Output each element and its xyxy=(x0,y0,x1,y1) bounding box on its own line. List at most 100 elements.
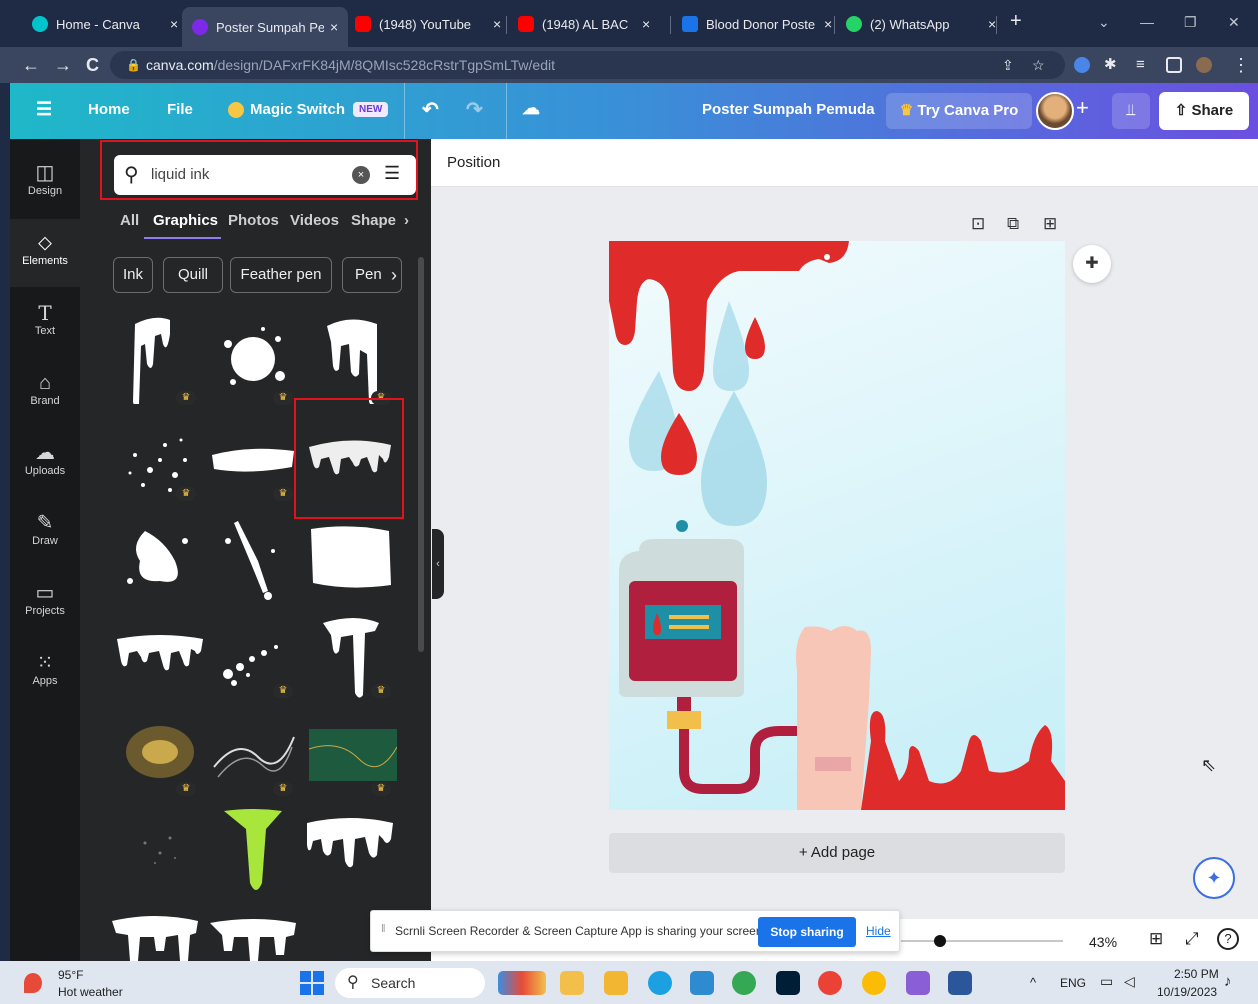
design-title[interactable]: Poster Sumpah Pemuda xyxy=(702,101,875,118)
redo-icon[interactable]: ↷ xyxy=(466,97,483,122)
photoshop-icon[interactable] xyxy=(776,971,800,995)
graphic-drip-bar[interactable] xyxy=(115,609,205,699)
word-icon[interactable] xyxy=(948,971,972,995)
tab-photos[interactable]: Photos xyxy=(228,212,279,229)
clock-time[interactable]: 2:50 PM xyxy=(1174,967,1219,981)
menu-dots-icon[interactable]: ⋮ xyxy=(1232,55,1250,75)
graphic-green-drip[interactable] xyxy=(208,803,298,893)
reload-icon[interactable]: C xyxy=(86,55,99,75)
position-button[interactable]: Position xyxy=(447,154,500,171)
file-explorer-icon[interactable] xyxy=(604,971,628,995)
rail-item-brand[interactable]: ⌂ Brand xyxy=(10,359,80,427)
weather-temp[interactable]: 95°F xyxy=(58,968,83,982)
chip-quill[interactable]: Quill xyxy=(163,257,223,293)
forward-icon[interactable]: → xyxy=(54,55,72,75)
cloud-saved-icon[interactable]: ☁ xyxy=(522,98,540,119)
rail-item-projects[interactable]: ▭ Projects xyxy=(10,569,80,637)
chevron-right-icon[interactable]: › xyxy=(404,212,409,229)
widgets-icon[interactable] xyxy=(498,971,546,995)
design-canvas[interactable] xyxy=(609,241,1065,810)
close-icon[interactable]: × xyxy=(493,16,501,32)
add-collaborator-button[interactable]: + xyxy=(1076,95,1089,121)
bookmark-star-icon[interactable]: ☆ xyxy=(1032,51,1045,79)
chip-pen[interactable]: Pen › xyxy=(342,257,402,293)
graphic-splash-1[interactable] xyxy=(115,511,205,601)
close-icon[interactable]: × xyxy=(642,16,650,32)
collapse-panel-handle[interactable]: ‹ xyxy=(432,529,444,599)
magic-switch-button[interactable]: Magic Switch NEW xyxy=(228,101,389,118)
tab-shapes[interactable]: Shape xyxy=(351,212,399,229)
back-icon[interactable]: ← xyxy=(22,55,40,75)
rail-item-draw[interactable]: ✎ Draw xyxy=(10,499,80,567)
graphic-dust[interactable] xyxy=(115,803,205,893)
reading-list-icon[interactable]: ≡ xyxy=(1136,55,1145,75)
rail-item-uploads[interactable]: ☁ Uploads xyxy=(10,429,80,497)
grid-view-icon[interactable]: ⊞ xyxy=(1149,929,1163,949)
help-icon[interactable]: ? xyxy=(1217,928,1239,950)
rail-item-text[interactable]: T Text xyxy=(10,289,80,357)
rail-item-design[interactable]: ◫ Design xyxy=(10,149,80,217)
share-button[interactable]: ⇧ Share xyxy=(1159,92,1249,130)
magic-assistant-icon[interactable]: ✦ xyxy=(1193,857,1235,899)
puzzle-icon[interactable]: ✱ xyxy=(1104,55,1117,75)
volume-icon[interactable]: ◁ xyxy=(1124,973,1135,990)
windows-start-icon[interactable] xyxy=(300,971,324,995)
rail-item-apps[interactable]: ⁙ Apps xyxy=(10,639,80,707)
chrome-icon[interactable] xyxy=(732,971,756,995)
add-page-button[interactable]: + Add page xyxy=(609,833,1065,873)
close-icon[interactable]: × xyxy=(170,16,178,32)
tab-graphics[interactable]: Graphics xyxy=(153,212,218,229)
chip-ink[interactable]: Ink xyxy=(113,257,153,293)
file-menu-button[interactable]: File xyxy=(167,101,193,118)
try-canva-pro-button[interactable]: ♛ Try Canva Pro xyxy=(886,93,1032,129)
app-icon[interactable] xyxy=(690,971,714,995)
hide-banner-link[interactable]: Hide xyxy=(866,924,891,938)
graphic-splash-2[interactable] xyxy=(208,511,298,601)
rail-item-elements[interactable]: ⬦ Elements xyxy=(10,219,80,287)
graphic-drip-6[interactable] xyxy=(208,911,298,961)
chevron-down-icon[interactable]: ⌄ xyxy=(1098,14,1110,31)
new-tab-button[interactable]: + xyxy=(1010,10,1022,33)
language-indicator[interactable]: ENG xyxy=(1060,976,1086,990)
clock-date[interactable]: 10/19/2023 xyxy=(1157,985,1217,999)
tab-youtube[interactable]: (1948) YouTube × xyxy=(345,8,511,40)
weather-desc[interactable]: Hot weather xyxy=(58,985,123,999)
window-close-icon[interactable]: ✕ xyxy=(1228,14,1240,31)
stop-sharing-button[interactable]: Stop sharing xyxy=(758,917,856,947)
app-2-icon[interactable] xyxy=(906,971,930,995)
add-page-icon[interactable]: ⊞ xyxy=(1043,214,1057,234)
notification-bell-icon[interactable]: ♪ xyxy=(1224,973,1232,990)
close-icon[interactable]: × xyxy=(988,16,996,32)
zoom-slider-handle[interactable] xyxy=(934,935,946,947)
tab-poster[interactable]: Poster Sumpah Pe × xyxy=(182,7,349,47)
graphic-green-marble[interactable] xyxy=(309,729,397,781)
tab-videos[interactable]: Videos xyxy=(290,212,339,229)
profile-icon[interactable] xyxy=(1196,57,1212,73)
minimize-icon[interactable]: — xyxy=(1140,14,1154,30)
undo-icon[interactable]: ↶ xyxy=(422,97,439,122)
tab-whatsapp[interactable]: (2) WhatsApp × xyxy=(836,8,1006,40)
chevron-up-icon[interactable]: ^ xyxy=(1030,975,1036,990)
avatar[interactable] xyxy=(1036,92,1074,130)
store-icon[interactable] xyxy=(560,971,584,995)
chrome-profile-2-icon[interactable] xyxy=(862,971,886,995)
panel-scrollbar[interactable] xyxy=(418,257,424,652)
graphic-drip-5[interactable] xyxy=(110,911,200,961)
drag-handle-icon[interactable]: ‖ xyxy=(381,923,386,935)
side-panel-icon[interactable] xyxy=(1166,57,1182,73)
edge-icon[interactable] xyxy=(648,971,672,995)
tab-home-canva[interactable]: Home - Canva × xyxy=(22,8,188,40)
duplicate-icon[interactable]: ⧉ xyxy=(1007,214,1019,234)
graphic-drip-4[interactable] xyxy=(305,803,395,893)
hamburger-icon[interactable]: ☰ xyxy=(36,99,52,120)
zoom-level[interactable]: 43% xyxy=(1089,934,1117,950)
zoom-slider-track[interactable] xyxy=(901,940,1063,942)
tab-blood-donor[interactable]: Blood Donor Poste × xyxy=(672,8,842,40)
insights-chart-icon[interactable]: ⫫ xyxy=(1112,93,1150,129)
close-icon[interactable]: × xyxy=(330,19,338,35)
taskbar-search[interactable]: ⚲ Search xyxy=(335,968,485,998)
chip-feather-pen[interactable]: Feather pen xyxy=(230,257,332,293)
comment-add-icon[interactable]: ✚ xyxy=(1073,245,1111,283)
tab-albac[interactable]: (1948) AL BAC × xyxy=(508,8,660,40)
chrome-profile-icon[interactable] xyxy=(818,971,842,995)
